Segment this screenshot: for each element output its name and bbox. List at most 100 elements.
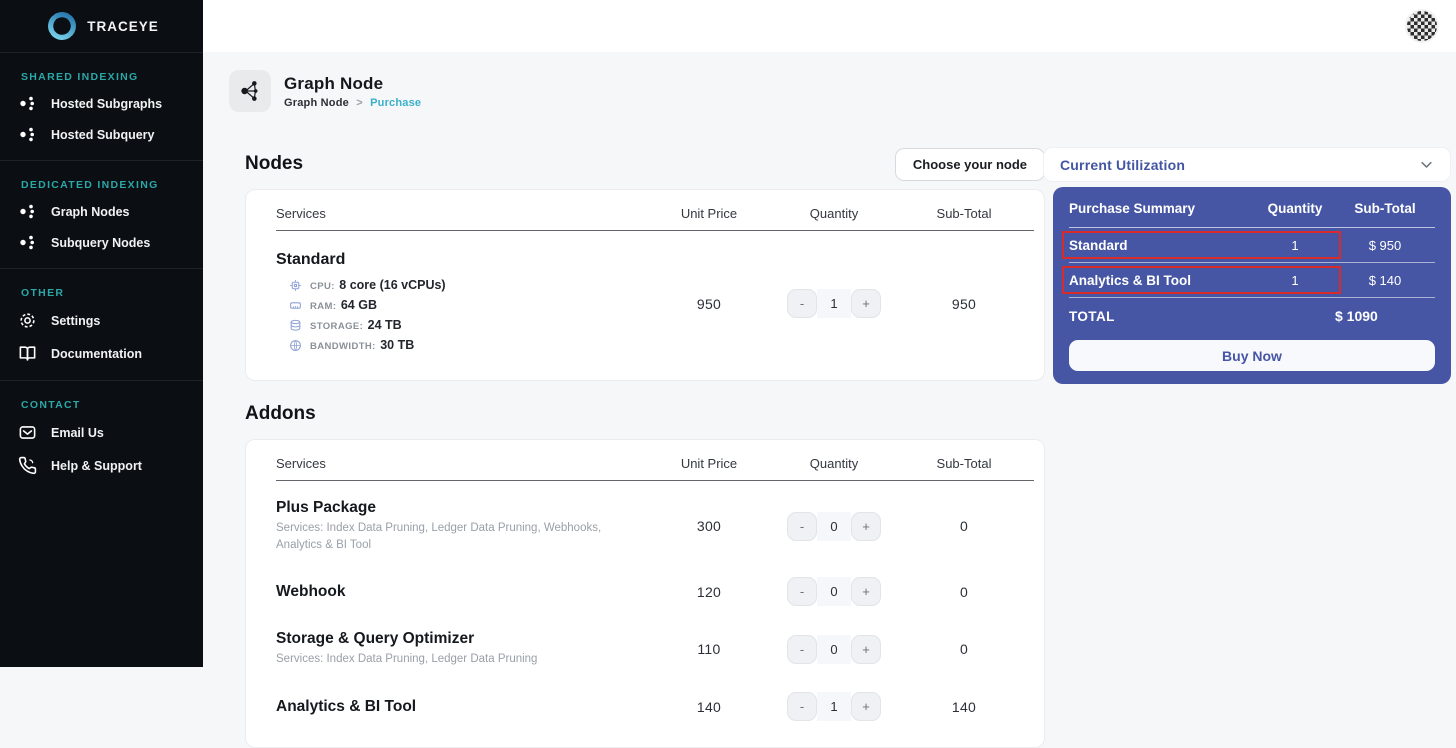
envelope-icon — [16, 423, 38, 442]
sidebar-item-label: Hosted Subquery — [51, 127, 155, 142]
nodes-card: Services Unit Price Quantity Sub-Total S… — [245, 189, 1045, 381]
addons-card: Services Unit Price Quantity Sub-Total P… — [245, 439, 1045, 748]
choose-your-node-button[interactable]: Choose your node — [894, 147, 1045, 181]
node-name: Standard — [276, 251, 346, 268]
sidebar-item-email-us[interactable]: Email Us — [0, 416, 203, 449]
brand-logo-row[interactable]: TRACEYE — [0, 0, 203, 53]
quantity-stepper[interactable]: - 0 + — [787, 634, 881, 664]
table-row: Webhook 120 - 0 + 0 — [246, 565, 1044, 618]
page-header: Graph Node Graph Node > Purchase — [229, 70, 421, 112]
summary-total-row: TOTAL $ 1090 — [1069, 298, 1435, 334]
unit-price-value: 140 — [696, 698, 722, 715]
addon-service-cell: Analytics & BI Tool — [276, 698, 644, 716]
unit-price-value: 120 — [696, 583, 722, 600]
node-service-cell: Standard CPU: 8 core (16 vCPUs) RAM: 64 … — [276, 251, 644, 356]
col-subtotal: Sub-Total — [936, 456, 992, 471]
increment-button[interactable]: + — [851, 692, 881, 722]
decrement-button[interactable]: - — [787, 692, 817, 722]
sidebar-item-label: Help & Support — [51, 458, 142, 473]
quantity-value: 0 — [817, 634, 851, 664]
sidebar-item-label: Subquery Nodes — [51, 235, 151, 250]
section-title: SHARED INDEXING — [21, 71, 139, 83]
subtotal-value: 0 — [959, 518, 969, 535]
breadcrumb-separator: > — [356, 96, 363, 109]
increment-button[interactable]: + — [851, 289, 881, 318]
summary-item-name: Standard — [1069, 237, 1128, 253]
spec-cpu: CPU: 8 core (16 vCPUs) — [289, 276, 644, 294]
nodes-section-head: Nodes Choose your node — [245, 147, 1045, 181]
sidebar-item-label: Hosted Subgraphs — [51, 96, 163, 111]
summary-header: Purchase Summary Quantity Sub-Total — [1069, 190, 1435, 228]
subtotal-value: 0 — [959, 583, 969, 600]
sidebar-item-label: Graph Nodes — [51, 204, 130, 219]
sidebar-section-other: OTHER Settings Documentation — [0, 269, 203, 381]
traceye-logo-icon — [44, 8, 80, 44]
table-row: Plus Package Services: Index Data Prunin… — [246, 487, 1044, 565]
nodes-table-header: Services Unit Price Quantity Sub-Total — [276, 206, 1034, 231]
summary-item-subtotal: $ 140 — [1368, 272, 1402, 288]
spec-bandwidth: BANDWIDTH: 30 TB — [289, 336, 644, 354]
quantity-value: 0 — [817, 577, 851, 607]
addon-name: Webhook — [276, 582, 346, 600]
addon-name: Analytics & BI Tool — [276, 697, 417, 715]
decrement-button[interactable]: - — [787, 289, 817, 318]
summary-col-subtotal: Sub-Total — [1354, 201, 1416, 216]
col-quantity: Quantity — [809, 456, 859, 471]
sidebar-item-subquery-nodes[interactable]: Subquery Nodes — [0, 227, 203, 258]
sidebar-item-graph-nodes[interactable]: Graph Nodes — [0, 196, 203, 227]
sidebar: TRACEYE SHARED INDEXING Hosted Subgraphs… — [0, 0, 203, 667]
sidebar-item-label: Settings — [51, 313, 101, 328]
sidebar-section-dedicated-indexing: DEDICATED INDEXING Graph Nodes Subquery … — [0, 161, 203, 269]
summary-item-quantity: 1 — [1291, 272, 1299, 288]
decrement-button[interactable]: - — [787, 511, 817, 541]
table-row: Analytics & BI Tool 140 - 1 + 140 — [246, 680, 1044, 733]
quantity-stepper[interactable]: - 0 + — [787, 577, 881, 607]
sidebar-section-contact: CONTACT Email Us Help & Support — [0, 381, 203, 492]
graph-dots-icon — [16, 203, 38, 220]
increment-button[interactable]: + — [851, 634, 881, 664]
quantity-stepper[interactable]: - 1 + — [787, 289, 881, 318]
addon-description: Services: Index Data Pruning, Ledger Dat… — [276, 522, 602, 551]
increment-button[interactable]: + — [851, 511, 881, 541]
sidebar-item-settings[interactable]: Settings — [0, 304, 203, 337]
sidebar-item-label: Documentation — [51, 346, 142, 361]
graph-node-icon — [229, 70, 271, 112]
decrement-button[interactable]: - — [787, 577, 817, 607]
sidebar-item-label: Email Us — [51, 425, 104, 440]
purchase-summary-panel: Purchase Summary Quantity Sub-Total Stan… — [1053, 187, 1451, 384]
addon-service-cell: Plus Package Services: Index Data Prunin… — [276, 499, 644, 553]
sidebar-item-hosted-subgraphs[interactable]: Hosted Subgraphs — [0, 88, 203, 119]
sidebar-item-help-support[interactable]: Help & Support — [0, 449, 203, 482]
unit-price-value: 300 — [696, 518, 722, 535]
decrement-button[interactable]: - — [787, 634, 817, 664]
col-unit-price: Unit Price — [680, 206, 738, 221]
sidebar-section-shared-indexing: SHARED INDEXING Hosted Subgraphs Hosted … — [0, 53, 203, 161]
quantity-stepper[interactable]: - 1 + — [787, 692, 881, 722]
current-utilization-dropdown[interactable]: Current Utilization — [1043, 147, 1451, 182]
buy-now-button[interactable]: Buy Now — [1069, 340, 1435, 371]
addon-service-cell: Storage & Query Optimizer Services: Inde… — [276, 630, 644, 668]
quantity-value: 1 — [817, 289, 851, 318]
current-utilization-label: Current Utilization — [1060, 156, 1186, 173]
breadcrumb-current: Purchase — [370, 96, 422, 109]
quantity-value: 0 — [817, 511, 851, 541]
sidebar-item-documentation[interactable]: Documentation — [0, 337, 203, 370]
user-avatar[interactable] — [1405, 9, 1439, 43]
book-icon — [16, 344, 38, 363]
total-value: $ 1090 — [1335, 308, 1378, 324]
subtotal-value: 140 — [951, 698, 977, 715]
graph-dots-icon — [16, 126, 38, 143]
page-title: Graph Node — [284, 73, 384, 93]
increment-button[interactable]: + — [851, 577, 881, 607]
breadcrumb-root[interactable]: Graph Node — [284, 97, 349, 109]
nodes-title: Nodes — [245, 153, 304, 174]
quantity-stepper[interactable]: - 0 + — [787, 511, 881, 541]
unit-price-value: 950 — [696, 295, 722, 312]
graph-dots-icon — [16, 234, 38, 251]
summary-title: Purchase Summary — [1069, 201, 1196, 216]
sidebar-item-hosted-subquery[interactable]: Hosted Subquery — [0, 119, 203, 150]
main-content: Nodes Choose your node Services Unit Pri… — [245, 147, 1045, 748]
addon-description: Services: Index Data Pruning, Ledger Dat… — [276, 653, 538, 666]
addons-section-head: Addons — [245, 398, 1045, 430]
gear-icon — [16, 311, 38, 330]
